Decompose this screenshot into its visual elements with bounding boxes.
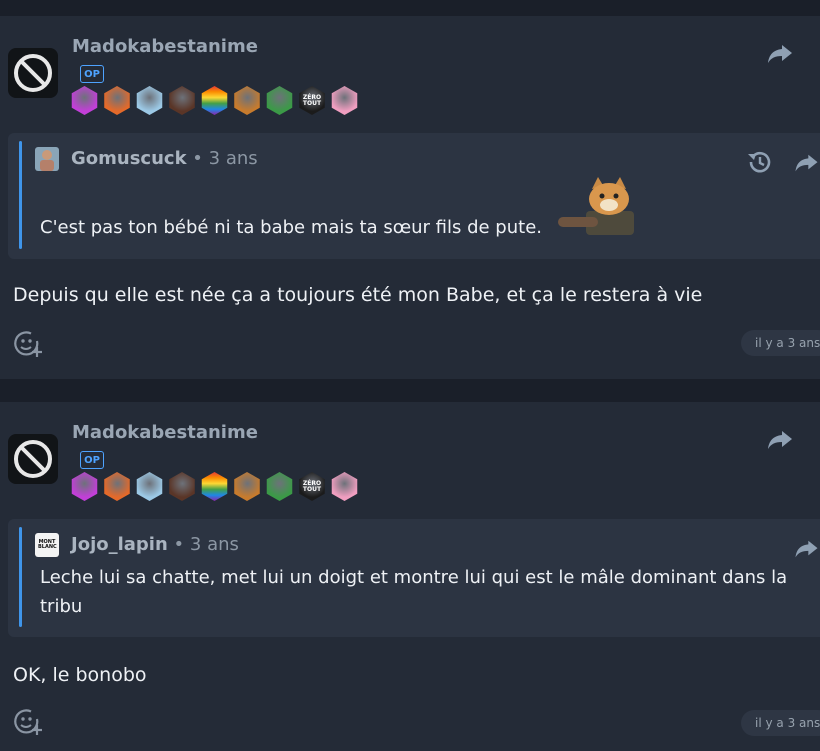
comment-thread: Madokabestanime OP ZÉRO TOUT Gomuscuck •… [0, 0, 820, 751]
quote-avatar[interactable] [35, 147, 59, 171]
author-name[interactable]: Madokabestanime [72, 422, 258, 443]
quote-author[interactable]: Jojo_lapin [71, 534, 168, 555]
badge-row: ZÉRO TOUT [70, 472, 359, 501]
op-badge: OP [80, 65, 104, 83]
chicken-badge-icon[interactable] [104, 86, 130, 115]
timestamp[interactable]: il y a 3 ans [741, 710, 820, 736]
quoted-message: Gomuscuck • 3 ans C'est pas ton bébé ni … [8, 133, 820, 259]
quote-text-row: C'est pas ton bébé ni ta babe mais ta sœ… [40, 213, 542, 242]
share-icon[interactable] [793, 538, 820, 560]
quote-text: Leche lui sa chatte, met lui un doigt et… [40, 567, 788, 617]
quote-author-line: Gomuscuck • 3 ans [71, 148, 258, 169]
timestamp[interactable]: il y a 3 ans [741, 330, 820, 356]
cartoon-badge-icon[interactable] [234, 86, 260, 115]
comment-text: OK, le bonobo [13, 664, 147, 686]
op-badge: OP [80, 451, 104, 469]
add-reaction-icon[interactable] [13, 329, 43, 359]
separator: • [192, 148, 203, 169]
zero-tout-badge-icon[interactable]: ZÉRO TOUT [299, 472, 325, 501]
man-badge-icon[interactable] [169, 86, 195, 115]
cartoon-badge-icon[interactable] [234, 472, 260, 501]
quoted-message: MONT BLANC Jojo_lapin • 3 ans Leche lui … [8, 519, 820, 637]
man-badge-icon[interactable] [169, 472, 195, 501]
avatar[interactable] [8, 48, 58, 98]
share-icon[interactable] [766, 428, 794, 452]
quote-author[interactable]: Gomuscuck [71, 148, 187, 169]
share-icon[interactable] [766, 42, 794, 66]
banned-icon [14, 54, 52, 92]
elf-badge-icon[interactable] [266, 472, 293, 501]
old-man-badge-icon[interactable] [136, 472, 163, 501]
quote-age: 3 ans [189, 534, 239, 555]
anime-girl-badge-icon[interactable] [331, 472, 358, 501]
separator: • [173, 534, 185, 555]
rainbow-badge-icon[interactable] [201, 472, 228, 501]
avatar[interactable] [8, 434, 58, 484]
swirl-badge-icon[interactable] [71, 86, 98, 115]
quote-age: 3 ans [208, 148, 258, 169]
old-man-badge-icon[interactable] [136, 86, 163, 115]
swirl-badge-icon[interactable] [71, 472, 98, 501]
share-icon[interactable] [793, 152, 820, 174]
chicken-badge-icon[interactable] [104, 472, 130, 501]
badge-text: ZÉRO TOUT [302, 479, 322, 493]
banned-icon [14, 440, 52, 478]
cat-sticker-icon [558, 177, 634, 235]
badge-row: ZÉRO TOUT [70, 86, 359, 115]
quote-text: C'est pas ton bébé ni ta babe mais ta sœ… [40, 217, 542, 238]
rainbow-badge-icon[interactable] [201, 86, 228, 115]
quote-bar [19, 527, 22, 627]
add-reaction-icon[interactable] [13, 707, 43, 737]
author-name[interactable]: Madokabestanime [72, 36, 258, 57]
quote-author-line: Jojo_lapin • 3 ans [71, 534, 239, 555]
badge-text: ZÉRO TOUT [302, 93, 322, 107]
elf-badge-icon[interactable] [266, 86, 293, 115]
zero-tout-badge-icon[interactable]: ZÉRO TOUT [299, 86, 325, 115]
anime-girl-badge-icon[interactable] [331, 86, 358, 115]
quote-avatar[interactable]: MONT BLANC [35, 533, 59, 557]
comment-text: Depuis qu elle est née ça a toujours été… [13, 284, 703, 306]
comment-card: Madokabestanime OP ZÉRO TOUT Gomuscuck •… [0, 16, 820, 379]
quote-avatar-logo-text: MONT BLANC [38, 539, 57, 550]
history-icon[interactable] [745, 148, 773, 176]
quote-bar [19, 141, 22, 249]
comment-card: Madokabestanime OP ZÉRO TOUT MONT BLANC … [0, 402, 820, 751]
